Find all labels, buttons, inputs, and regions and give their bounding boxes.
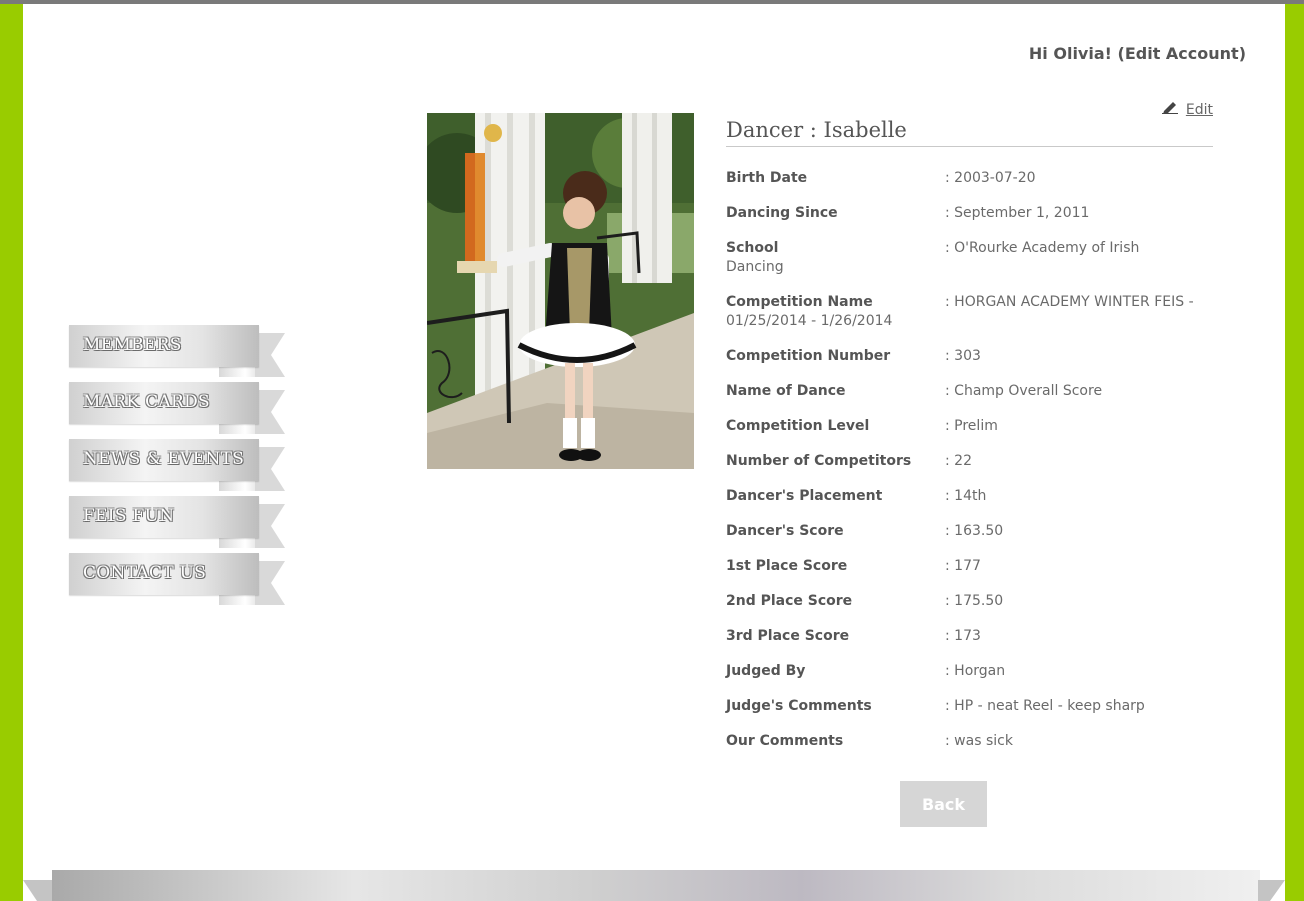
detail-row-dancing-since: Dancing Since : September 1, 2011 <box>726 204 1213 223</box>
sidebar-item-contact-us[interactable]: CONTACT US <box>69 553 285 606</box>
dancer-details: Edit Dancer : Isabelle Birth Date : 2003… <box>726 100 1213 767</box>
ribbon-tail-icon <box>255 447 285 491</box>
detail-label: Dancer's Score <box>726 523 844 539</box>
detail-row-name-of-dance: Name of Dance : Champ Overall Score <box>726 382 1213 401</box>
detail-row-dancers-placement: Dancer's Placement : 14th <box>726 487 1213 506</box>
detail-row-3rd-place-score: 3rd Place Score : 173 <box>726 627 1213 646</box>
sidebar-item-label: FEIS FUN <box>83 506 175 526</box>
sidebar-item-label: NEWS & EVENTS <box>83 449 245 469</box>
detail-row-competition-level: Competition Level : Prelim <box>726 417 1213 436</box>
footer-ribbon-left-tail-icon <box>23 880 53 901</box>
footer-ribbon-right-tail-icon <box>1258 880 1285 901</box>
detail-value: : September 1, 2011 <box>945 205 1090 221</box>
detail-label: Our Comments <box>726 733 844 749</box>
left-green-border <box>0 4 23 901</box>
sidebar-item-label: MEMBERS <box>83 335 182 355</box>
ribbon-tail-icon <box>255 333 285 377</box>
footer-ribbon <box>52 870 1260 901</box>
sidebar-item-feis-fun[interactable]: FEIS FUN <box>69 496 285 549</box>
detail-label: Competition Level <box>726 418 870 434</box>
detail-label: Competition Name <box>726 294 873 310</box>
sidebar-item-label: CONTACT US <box>83 563 207 583</box>
detail-label: Judge's Comments <box>726 698 872 714</box>
detail-value: : was sick <box>945 733 1013 749</box>
detail-value: : 177 <box>945 558 981 574</box>
detail-value: : O'Rourke Academy of Irish <box>945 240 1140 256</box>
dancer-title: Dancer : Isabelle <box>726 118 1213 147</box>
detail-row-judges-comments: Judge's Comments : HP - neat Reel - keep… <box>726 697 1213 716</box>
edit-label: Edit <box>1185 102 1213 118</box>
dancer-photo-illustration <box>427 113 694 469</box>
detail-row-dancers-score: Dancer's Score : 163.50 <box>726 522 1213 541</box>
detail-label: Competition Number <box>726 348 891 364</box>
detail-row-judged-by: Judged By : Horgan <box>726 662 1213 681</box>
detail-label: 3rd Place Score <box>726 628 850 644</box>
sidebar-item-members[interactable]: MEMBERS <box>69 325 285 378</box>
ribbon-tail-icon <box>255 390 285 434</box>
greeting-text: Hi Olivia! <box>1028 44 1112 63</box>
detail-label: Judged By <box>726 663 806 679</box>
dancer-photo <box>427 113 694 469</box>
edit-account-link[interactable]: (Edit Account) <box>1118 44 1246 63</box>
detail-value: : 14th <box>945 488 987 504</box>
sidebar-item-news-events[interactable]: NEWS & EVENTS <box>69 439 285 492</box>
pencil-icon <box>1161 100 1178 118</box>
top-rule <box>0 0 1304 4</box>
details-list: Birth Date : 2003-07-20 Dancing Since : … <box>726 169 1213 751</box>
edit-link[interactable]: Edit <box>1161 100 1213 118</box>
detail-row-competition-name: Competition Name 01/25/2014 - 1/26/2014 … <box>726 293 1213 331</box>
detail-label: Number of Competitors <box>726 453 912 469</box>
detail-value: : 2003-07-20 <box>945 170 1036 186</box>
ribbon-tail-icon <box>255 504 285 548</box>
detail-label-continuation: Dancing <box>726 259 784 275</box>
detail-row-number-of-competitors: Number of Competitors : 22 <box>726 452 1213 471</box>
detail-label-group: Competition Name 01/25/2014 - 1/26/2014 <box>726 293 944 331</box>
detail-label: Birth Date <box>726 170 808 186</box>
detail-value: : 175.50 <box>945 593 1004 609</box>
detail-value: : 173 <box>945 628 981 644</box>
detail-row-school: School Dancing : O'Rourke Academy of Iri… <box>726 239 1213 277</box>
detail-value: : 303 <box>945 348 981 364</box>
detail-value: : Champ Overall Score <box>945 383 1103 399</box>
detail-row-competition-number: Competition Number : 303 <box>726 347 1213 366</box>
detail-row-1st-place-score: 1st Place Score : 177 <box>726 557 1213 576</box>
ribbon-tail-icon <box>255 561 285 605</box>
sidebar-nav: MEMBERS MARK CARDS NEWS & EVENTS FEIS FU… <box>69 325 289 610</box>
sidebar-item-mark-cards[interactable]: MARK CARDS <box>69 382 285 435</box>
detail-label: Dancing Since <box>726 205 838 221</box>
detail-value: : Horgan <box>945 663 1006 679</box>
detail-label: School <box>726 240 779 256</box>
detail-label: Name of Dance <box>726 383 846 399</box>
detail-value: : HP - neat Reel - keep sharp <box>945 698 1145 714</box>
detail-row-our-comments: Our Comments : was sick <box>726 732 1213 751</box>
detail-value: : 22 <box>945 453 972 469</box>
detail-label: 1st Place Score <box>726 558 848 574</box>
back-button[interactable]: Back <box>900 781 987 827</box>
detail-label: 2nd Place Score <box>726 593 853 609</box>
right-green-border <box>1285 4 1304 901</box>
detail-value: : 163.50 <box>945 523 1004 539</box>
detail-row-birth-date: Birth Date : 2003-07-20 <box>726 169 1213 188</box>
detail-row-2nd-place-score: 2nd Place Score : 175.50 <box>726 592 1213 611</box>
detail-label-continuation: 01/25/2014 - 1/26/2014 <box>726 313 893 329</box>
greeting: Hi Olivia! (Edit Account) <box>1029 44 1246 63</box>
detail-value: : Prelim <box>945 418 998 434</box>
detail-label-group: School Dancing <box>726 239 944 277</box>
sidebar-item-label: MARK CARDS <box>83 392 210 412</box>
detail-label: Dancer's Placement <box>726 488 883 504</box>
detail-value: : HORGAN ACADEMY WINTER FEIS - <box>945 294 1194 310</box>
